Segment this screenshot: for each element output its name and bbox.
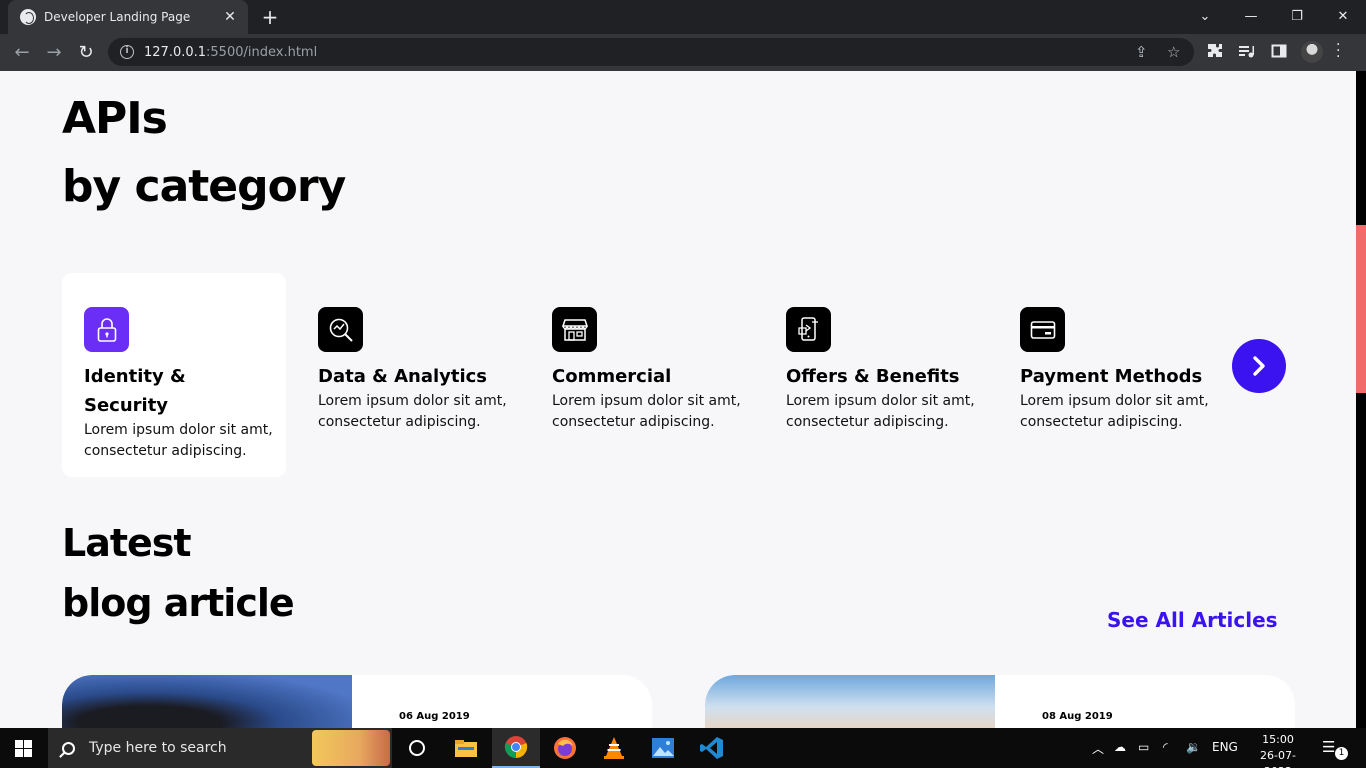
clock-time: 15:00 bbox=[1262, 733, 1294, 746]
notification-count-badge: 1 bbox=[1335, 747, 1348, 760]
windows-start-icon[interactable] bbox=[15, 740, 32, 757]
category-description: Lorem ipsum dolor sit amt, consectetur a… bbox=[1020, 393, 1209, 430]
category-title: Identity & Security bbox=[84, 366, 186, 416]
browser-tab-strip: Developer Landing Page ✕ + ⌄ — ❐ ✕ bbox=[0, 0, 1366, 34]
article-date: 08 Aug 2019 bbox=[1042, 711, 1113, 722]
chrome-icon[interactable] bbox=[492, 728, 540, 768]
page-scrollbar[interactable] bbox=[1356, 71, 1366, 728]
credit-card-icon bbox=[1020, 307, 1065, 352]
share-icon[interactable]: ⇪ bbox=[1135, 43, 1148, 61]
analytics-search-icon bbox=[318, 307, 363, 352]
bookmark-star-icon[interactable]: ☆ bbox=[1167, 43, 1180, 61]
restore-button[interactable]: ❐ bbox=[1274, 0, 1320, 32]
category-card-payment-methods[interactable]: Payment Methods Lorem ipsum dolor sit am… bbox=[998, 273, 1222, 477]
category-card-identity-security[interactable]: Identity & Security Lorem ipsum dolor si… bbox=[62, 273, 286, 477]
volume-icon[interactable]: 🔉 bbox=[1186, 740, 1201, 754]
globe-icon bbox=[20, 9, 36, 25]
cortana-icon[interactable] bbox=[393, 728, 441, 768]
taskbar-clock[interactable]: 15:00 26-07-2022 bbox=[1250, 732, 1306, 768]
blog-article-card[interactable]: 06 Aug 2019 bbox=[62, 675, 652, 728]
tab-title: Developer Landing Page bbox=[44, 10, 191, 24]
wifi-icon[interactable]: ◜ bbox=[1163, 740, 1168, 754]
vlc-icon[interactable] bbox=[590, 728, 638, 768]
category-title: Commercial bbox=[552, 366, 672, 387]
article-thumbnail bbox=[62, 675, 352, 728]
tab-search-dropdown-icon[interactable]: ⌄ bbox=[1182, 0, 1228, 32]
blog-article-card[interactable]: 08 Aug 2019 bbox=[705, 675, 1295, 728]
windows-taskbar: Type here to search ︿ ☁ ▭ ◜ 🔉 ENG 15:00 … bbox=[0, 728, 1366, 768]
see-all-articles-link[interactable]: See All Articles bbox=[1107, 608, 1278, 632]
profile-avatar[interactable] bbox=[1301, 41, 1323, 63]
url-host: 127.0.0.1 bbox=[144, 44, 207, 60]
search-icon bbox=[62, 741, 75, 755]
firefox-icon[interactable] bbox=[541, 728, 589, 768]
blog-heading-line1: Latest bbox=[62, 521, 192, 565]
url-path: :5500/index.html bbox=[206, 44, 318, 60]
taskbar-search-box[interactable]: Type here to search bbox=[48, 728, 392, 768]
vscode-icon[interactable] bbox=[688, 728, 736, 768]
clock-date: 26-07-2022 bbox=[1260, 749, 1296, 768]
category-description: Lorem ipsum dolor sit amt, consectetur a… bbox=[786, 393, 975, 430]
photos-icon[interactable] bbox=[639, 728, 687, 768]
language-indicator[interactable]: ENG bbox=[1212, 740, 1238, 754]
category-description: Lorem ipsum dolor sit amt, consectetur a… bbox=[552, 393, 741, 430]
search-highlight-art bbox=[312, 730, 390, 766]
media-queue-icon[interactable] bbox=[1238, 43, 1256, 61]
onedrive-cloud-icon[interactable]: ☁ bbox=[1114, 740, 1126, 754]
apis-heading-line1: APIs bbox=[62, 93, 168, 144]
tab-close-icon[interactable]: ✕ bbox=[222, 9, 238, 25]
search-placeholder: Type here to search bbox=[89, 740, 227, 756]
category-title: Payment Methods bbox=[1020, 366, 1203, 387]
forward-button[interactable]: → bbox=[41, 40, 67, 66]
menu-kebab-icon[interactable]: · · · bbox=[1336, 38, 1340, 64]
page-viewport: APIs by category Identity & Security Lor… bbox=[0, 71, 1356, 728]
category-title: Data & Analytics bbox=[318, 366, 488, 387]
category-card-commercial[interactable]: Commercial Lorem ipsum dolor sit amt, co… bbox=[530, 273, 754, 477]
extensions-puzzle-icon[interactable] bbox=[1206, 43, 1224, 61]
back-button[interactable]: ← bbox=[9, 40, 35, 66]
notifications-icon[interactable]: ☰ 1 bbox=[1322, 738, 1348, 760]
storefront-icon bbox=[552, 307, 597, 352]
side-panel-icon[interactable] bbox=[1270, 43, 1288, 61]
file-explorer-icon[interactable] bbox=[442, 728, 490, 768]
blog-heading-line2: blog article bbox=[62, 581, 295, 625]
category-card-offers-benefits[interactable]: Offers & Benefits Lorem ipsum dolor sit … bbox=[764, 273, 988, 477]
category-card-data-analytics[interactable]: Data & Analytics Lorem ipsum dolor sit a… bbox=[296, 273, 520, 477]
category-description: Lorem ipsum dolor sit amt, consectetur a… bbox=[84, 422, 273, 459]
apis-heading-line2: by category bbox=[62, 161, 346, 212]
article-thumbnail bbox=[705, 675, 995, 728]
mobile-offer-icon bbox=[786, 307, 831, 352]
browser-tab[interactable]: Developer Landing Page ✕ bbox=[8, 0, 248, 34]
battery-icon[interactable]: ▭ bbox=[1138, 740, 1149, 754]
scrollbar-thumb[interactable] bbox=[1356, 225, 1366, 393]
chevron-up-icon[interactable]: ︿ bbox=[1092, 740, 1104, 757]
carousel-next-button[interactable] bbox=[1232, 339, 1286, 393]
address-bar[interactable]: i 127.0.0.1:5500/index.html ⇪ ☆ bbox=[108, 38, 1194, 66]
browser-toolbar: ← → ↻ i 127.0.0.1:5500/index.html ⇪ ☆ · ·… bbox=[0, 34, 1366, 71]
site-info-icon[interactable]: i bbox=[120, 45, 134, 59]
new-tab-button[interactable]: + bbox=[258, 5, 282, 29]
chevron-right-icon bbox=[1253, 356, 1265, 376]
reload-button[interactable]: ↻ bbox=[73, 40, 99, 66]
minimize-button[interactable]: — bbox=[1228, 0, 1274, 32]
lock-icon bbox=[84, 307, 129, 352]
article-date: 06 Aug 2019 bbox=[399, 711, 470, 722]
category-description: Lorem ipsum dolor sit amt, consectetur a… bbox=[318, 393, 507, 430]
close-window-button[interactable]: ✕ bbox=[1320, 0, 1366, 32]
category-title: Offers & Benefits bbox=[786, 366, 960, 387]
